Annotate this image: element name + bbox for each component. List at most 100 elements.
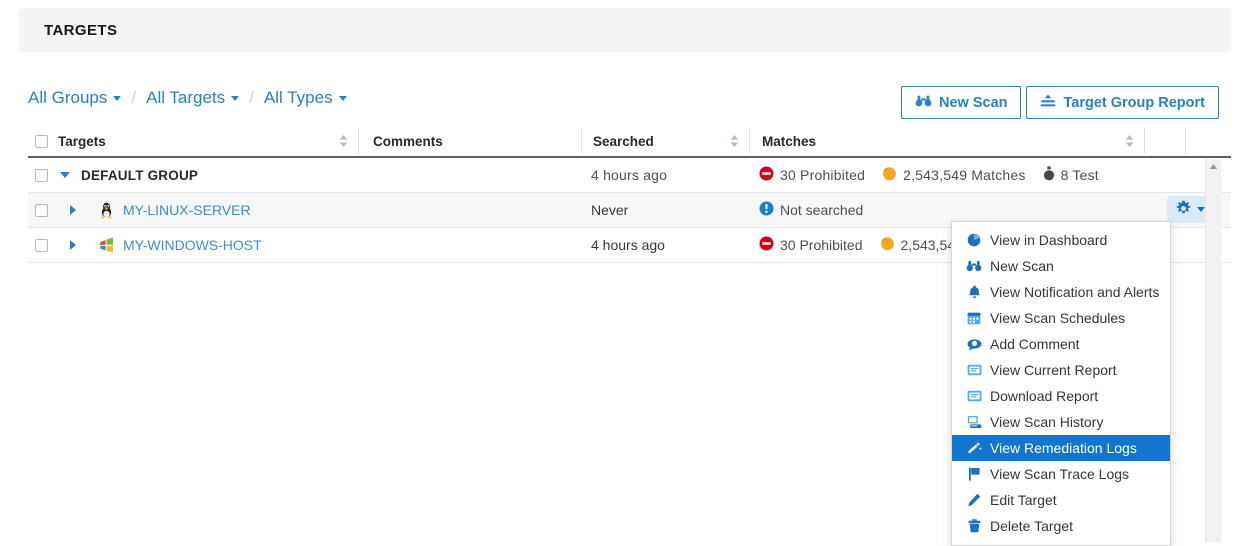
chevron-down-icon	[113, 96, 121, 101]
breadcrumb-label: All Types	[264, 88, 333, 107]
breadcrumb-item-all-targets[interactable]: All Targets	[146, 88, 239, 108]
row-matches: 30 Prohibited 2,543,549 Matches 8 Test	[759, 166, 1231, 184]
magic-wand-icon	[966, 440, 982, 456]
download-report-icon	[966, 388, 982, 404]
test-icon	[1043, 166, 1055, 184]
chevron-down-icon	[231, 96, 239, 101]
row-checkbox[interactable]	[35, 239, 48, 252]
expand-collapse-icon[interactable]	[70, 205, 76, 215]
row-context-menu: View in Dashboard New Scan View Notifica…	[951, 221, 1171, 546]
top-actions: New Scan Target Group Report	[901, 86, 1219, 119]
trash-icon	[966, 518, 982, 534]
linux-penguin-icon	[98, 202, 115, 219]
breadcrumb-label: All Groups	[28, 88, 107, 107]
breadcrumb-separator: /	[131, 88, 136, 108]
menu-item-edit-target[interactable]: Edit Target	[952, 487, 1170, 513]
expand-collapse-icon[interactable]	[70, 240, 76, 250]
menu-item-label: Edit Target	[990, 492, 1057, 508]
menu-item-label: View Current Report	[990, 362, 1117, 378]
table-vertical-scrollbar[interactable]	[1205, 159, 1221, 542]
breadcrumb-separator: /	[249, 88, 254, 108]
menu-item-view-scan-history[interactable]: View Scan History	[952, 409, 1170, 435]
menu-item-new-scan[interactable]: New Scan	[952, 253, 1170, 279]
menu-item-view-notification-and-alerts[interactable]: View Notification and Alerts	[952, 279, 1170, 305]
breadcrumb-label: All Targets	[146, 88, 225, 107]
menu-item-label: View Remediation Logs	[990, 440, 1137, 456]
breadcrumb-item-all-types[interactable]: All Types	[264, 88, 347, 108]
menu-item-add-comment[interactable]: Add Comment	[952, 331, 1170, 357]
pencil-icon	[966, 492, 982, 508]
windows-logo-icon	[98, 237, 115, 254]
matches-icon	[882, 166, 897, 184]
gear-icon	[1175, 200, 1192, 220]
report-icon	[966, 362, 982, 378]
column-header-comments[interactable]: Comments	[359, 134, 581, 149]
menu-item-view-current-report[interactable]: View Current Report	[952, 357, 1170, 383]
matches-icon	[880, 236, 895, 254]
menu-item-download-report[interactable]: Download Report	[952, 383, 1170, 409]
column-header-targets-label: Targets	[58, 134, 106, 149]
prohibited-count: 30 Prohibited	[780, 237, 863, 253]
target-group-report-button[interactable]: Target Group Report	[1026, 86, 1219, 119]
menu-item-label: Download Report	[990, 388, 1098, 404]
column-header-searched-label: Searched	[593, 134, 654, 149]
pie-chart-icon	[966, 232, 982, 248]
menu-item-delete-target[interactable]: Delete Target	[952, 513, 1170, 539]
binoculars-icon	[966, 258, 982, 274]
matches-count: 2,543,549 Matches	[903, 167, 1025, 183]
history-icon	[966, 414, 982, 430]
caret-down-icon	[1197, 207, 1205, 212]
comment-icon	[966, 336, 982, 352]
menu-item-label: Add Comment	[990, 336, 1079, 352]
row-matches: Not searched	[759, 201, 1231, 219]
menu-item-label: View Scan Schedules	[990, 310, 1125, 326]
sort-matches-icon[interactable]	[1124, 134, 1135, 148]
menu-item-view-scan-trace-logs[interactable]: View Scan Trace Logs	[952, 461, 1170, 487]
row-checkbox[interactable]	[35, 169, 48, 182]
menu-item-label: New Scan	[990, 258, 1054, 274]
column-divider	[1185, 128, 1186, 154]
menu-item-label: View Scan Trace Logs	[990, 466, 1129, 482]
menu-item-view-scan-schedules[interactable]: View Scan Schedules	[952, 305, 1170, 331]
prohibited-icon	[759, 236, 774, 254]
column-header-matches-label: Matches	[762, 134, 816, 149]
prohibited-icon	[759, 166, 774, 184]
new-scan-button[interactable]: New Scan	[901, 86, 1022, 119]
target-link[interactable]: MY-LINUX-SERVER	[123, 202, 251, 218]
report-upload-icon	[1040, 94, 1056, 112]
menu-item-view-remediation-logs[interactable]: View Remediation Logs	[952, 435, 1170, 461]
menu-item-label: View Scan History	[990, 414, 1103, 430]
column-header-targets[interactable]: Targets	[28, 134, 358, 149]
menu-item-label: View in Dashboard	[990, 232, 1107, 248]
target-link[interactable]: MY-WINDOWS-HOST	[123, 237, 262, 253]
scroll-up-icon[interactable]	[1206, 159, 1221, 174]
column-header-comments-label: Comments	[373, 134, 443, 149]
menu-item-view-in-dashboard[interactable]: View in Dashboard	[952, 227, 1170, 253]
sort-searched-icon[interactable]	[729, 134, 740, 148]
not-searched-label: Not searched	[780, 202, 863, 218]
target-group-report-label: Target Group Report	[1063, 95, 1205, 111]
menu-item-label: Delete Target	[990, 518, 1073, 534]
chevron-down-icon	[339, 96, 347, 101]
info-icon	[759, 201, 774, 219]
breadcrumb: All Groups / All Targets / All Types	[28, 88, 347, 108]
page-title: TARGETS	[44, 22, 117, 39]
column-header-searched[interactable]: Searched	[582, 134, 749, 149]
sort-targets-icon[interactable]	[338, 134, 349, 148]
test-count: 8 Test	[1061, 167, 1099, 183]
select-all-checkbox[interactable]	[35, 135, 48, 148]
row-searched: 4 hours ago	[580, 237, 747, 253]
group-name: DEFAULT GROUP	[81, 168, 198, 183]
row-checkbox[interactable]	[35, 204, 48, 217]
breadcrumb-item-all-groups[interactable]: All Groups	[28, 88, 121, 108]
bell-icon	[966, 284, 982, 300]
calendar-icon	[966, 310, 982, 326]
table-header-row: Targets Comments Searched Matches	[28, 126, 1231, 158]
column-header-matches[interactable]: Matches	[750, 134, 1144, 149]
table-row[interactable]: DEFAULT GROUP 4 hours ago 30 Prohibited …	[28, 158, 1231, 193]
column-divider	[1144, 128, 1145, 154]
new-scan-label: New Scan	[939, 95, 1008, 111]
page-banner: TARGETS	[18, 8, 1231, 52]
expand-collapse-icon[interactable]	[60, 172, 70, 178]
row-searched: Never	[580, 202, 747, 218]
